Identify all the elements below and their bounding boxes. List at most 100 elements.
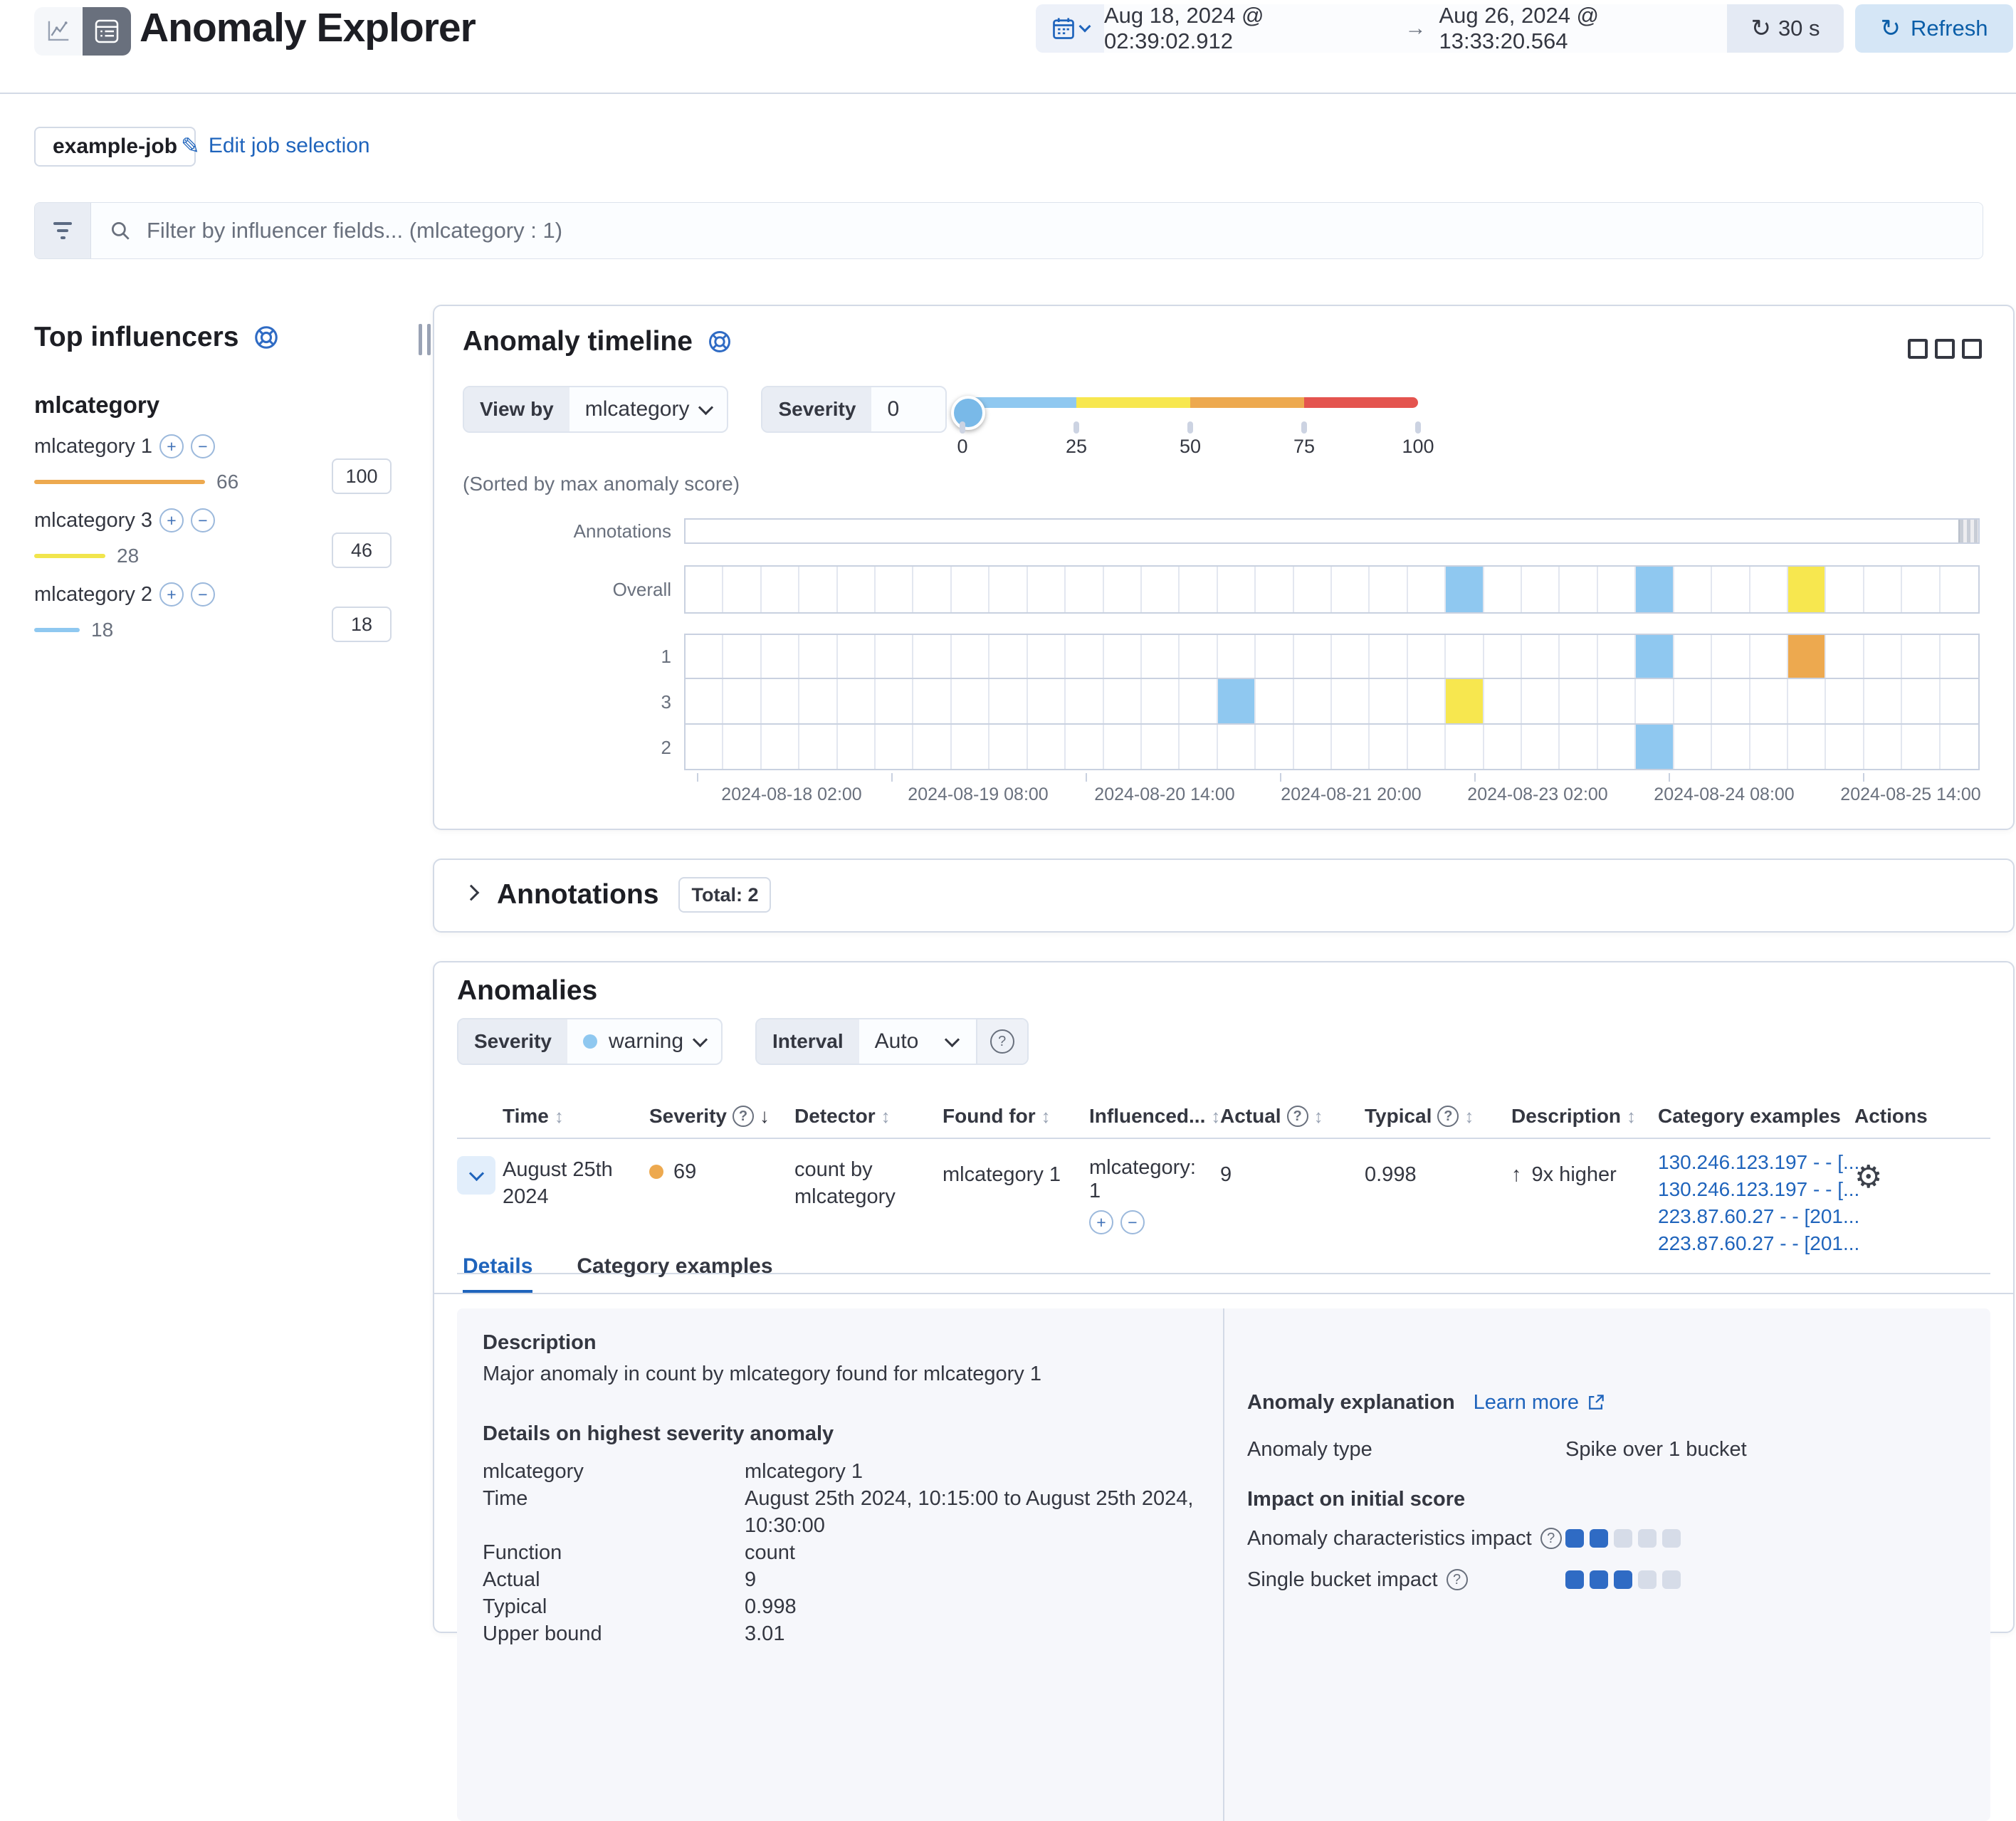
column-header-influenced-[interactable]: Influenced...↕ [1089,1095,1220,1138]
category-example-link[interactable]: 223.87.60.27 - - [201... [1658,1203,1843,1230]
swimlane-cell[interactable] [1028,635,1066,678]
swimlane-cell[interactable] [1941,725,1978,769]
swimlane-cell[interactable] [1598,635,1636,678]
swimlane-cell-anomaly[interactable] [1636,635,1674,678]
swimlane-cell[interactable] [1712,635,1750,678]
column-help-icon[interactable]: ? [1287,1106,1308,1127]
swimlane-cell-anomaly[interactable] [1446,567,1484,612]
swimlane-cell[interactable] [989,567,1027,612]
swimlane-cell[interactable] [1560,725,1597,769]
column-help-icon[interactable]: ? [733,1106,754,1127]
swimlane-cell[interactable] [1902,635,1940,678]
swimlane-cell[interactable] [838,567,876,612]
swimlane-cell[interactable] [1142,567,1180,612]
swimlane-cell[interactable] [1484,679,1522,723]
swimlane-cell[interactable] [1408,635,1446,678]
swimlane-cell[interactable] [1370,725,1407,769]
anomalies-severity-select[interactable]: Severity warning [457,1018,723,1065]
swimlane-cell[interactable] [1104,725,1142,769]
expand-row-button[interactable] [457,1156,495,1195]
swimlane-cell[interactable] [723,635,761,678]
time-range[interactable]: Aug 18, 2024 @ 02:39:02.912 → Aug 26, 20… [1104,4,1727,53]
swimlane-cell[interactable] [1826,679,1864,723]
swimlane-cell[interactable] [1560,567,1597,612]
swimlane-cell[interactable] [1484,725,1522,769]
severity-threshold-input[interactable]: Severity 0 [761,386,947,433]
swimlane-cell[interactable] [686,679,723,723]
swimlane-cell[interactable] [1180,567,1217,612]
filter-options-button[interactable] [35,203,91,258]
swimlane-cell[interactable] [876,725,913,769]
swimlane-cell[interactable] [1902,567,1940,612]
job-selection-badge[interactable]: example-job [34,127,196,167]
swimlane-cell[interactable] [1294,635,1332,678]
column-help-icon[interactable]: ? [1437,1106,1459,1127]
swimlane-cell-anomaly[interactable] [1788,635,1826,678]
swimlane-cell[interactable] [913,725,951,769]
edit-job-selection-link[interactable]: ✎ Edit job selection [181,132,370,159]
swimlane-cell[interactable] [1674,567,1712,612]
swimlane-cell[interactable] [762,679,799,723]
swimlane-cell[interactable] [1522,679,1560,723]
swimlane-cell[interactable] [913,567,951,612]
swimlane-cell[interactable] [1788,679,1826,723]
swimlane-cell[interactable] [1712,679,1750,723]
swimlane-cell[interactable] [799,635,837,678]
severity-slider-track[interactable] [962,397,1418,408]
annotations-title[interactable]: Annotations [497,879,658,910]
plus-in-circle-icon[interactable]: + [159,508,184,532]
swimlane-cell[interactable] [1674,679,1712,723]
swimlane-cell[interactable] [1598,567,1636,612]
minus-in-circle-icon[interactable]: − [191,434,215,458]
impact-help-icon[interactable]: ? [1540,1528,1562,1549]
swimlane-cell[interactable] [1864,635,1902,678]
swimlane-cell[interactable] [1712,567,1750,612]
swimlane-cell[interactable] [1408,679,1446,723]
swimlane-cell[interactable] [686,567,723,612]
swimlane-cell[interactable] [1294,725,1332,769]
swimlane-cell[interactable] [1636,679,1674,723]
swimlane-cell[interactable] [1370,567,1407,612]
swimlane-cell[interactable] [1332,725,1370,769]
minus-in-circle-icon[interactable]: − [1120,1210,1145,1234]
column-header-detector[interactable]: Detector↕ [794,1095,943,1138]
plus-in-circle-icon[interactable]: + [159,582,184,607]
swimlane-cell[interactable] [1370,635,1407,678]
swimlane-cell[interactable] [913,679,951,723]
swimlane-cell[interactable] [876,679,913,723]
swimlane-cell-anomaly[interactable] [1636,725,1674,769]
minus-in-circle-icon[interactable]: − [191,582,215,607]
swimlane-cell[interactable] [686,725,723,769]
swimlane-cell[interactable] [1028,567,1066,612]
column-header-found-for[interactable]: Found for↕ [943,1095,1089,1138]
swimlane-cell[interactable] [1750,635,1788,678]
annotations-lane[interactable] [684,518,1980,544]
swimlane-cell[interactable] [1826,725,1864,769]
swimlane-cell[interactable] [1674,725,1712,769]
plus-in-circle-icon[interactable]: + [159,434,184,458]
swimlane-cell[interactable] [1104,567,1142,612]
swimlane-cell[interactable] [1028,679,1066,723]
swimlane-cell[interactable] [989,725,1027,769]
swimlane-cell[interactable] [952,567,989,612]
swimlane-cell[interactable] [913,635,951,678]
swimlane-cell-anomaly[interactable] [1218,679,1256,723]
swimlane-cell-anomaly[interactable] [1788,567,1826,612]
swimlane-cell[interactable] [1066,567,1103,612]
swimlane-cell[interactable] [1256,567,1293,612]
swimlane-cell[interactable] [1256,725,1293,769]
impact-help-icon[interactable]: ? [1447,1569,1468,1590]
swimlane-cell[interactable] [989,635,1027,678]
swimlane-cell[interactable] [952,725,989,769]
swimlane-cell[interactable] [1864,567,1902,612]
influencer-name[interactable]: mlcategory 1 [34,435,152,458]
minus-in-circle-icon[interactable]: − [191,508,215,532]
swimlane-cell[interactable] [1522,725,1560,769]
swimlane-cell[interactable] [1446,725,1484,769]
time-end[interactable]: Aug 26, 2024 @ 13:33:20.564 [1439,4,1728,53]
swimlane-cell[interactable] [1941,635,1978,678]
swimlane-cell[interactable] [799,679,837,723]
swimlane-cell[interactable] [838,725,876,769]
swimlane-cell[interactable] [1028,725,1066,769]
swimlane-cell[interactable] [1218,567,1256,612]
